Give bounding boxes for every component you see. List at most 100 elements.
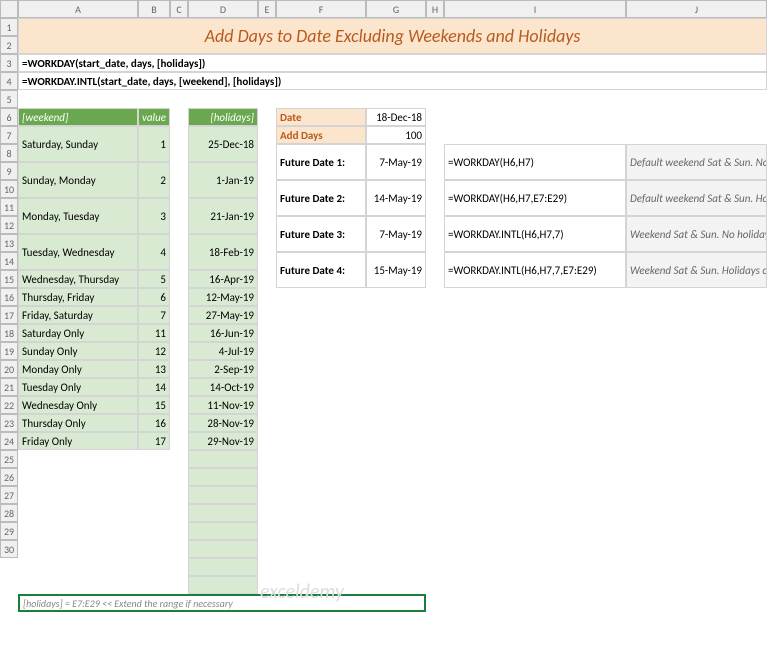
- weekend-value[interactable]: 16: [138, 414, 170, 432]
- weekend-value[interactable]: 17: [138, 432, 170, 450]
- future-date-formula-2[interactable]: =WORKDAY(H6,H7,E7:E29): [444, 180, 626, 216]
- col-hdr-F[interactable]: F: [276, 0, 366, 18]
- weekend-name[interactable]: Thursday, Friday: [18, 288, 138, 306]
- row-hdr-13[interactable]: 13: [0, 234, 18, 252]
- weekend-value[interactable]: 3: [138, 198, 170, 234]
- row-hdr-14[interactable]: 14: [0, 252, 18, 270]
- holiday-empty[interactable]: [188, 558, 258, 576]
- holiday-date[interactable]: 11-Nov-19: [188, 396, 258, 414]
- weekend-name[interactable]: Thursday Only: [18, 414, 138, 432]
- weekend-value[interactable]: 13: [138, 360, 170, 378]
- col-hdr-J[interactable]: J: [626, 0, 767, 18]
- row-hdr-8[interactable]: 8: [0, 144, 18, 162]
- weekend-name[interactable]: Sunday Only: [18, 342, 138, 360]
- holiday-date[interactable]: 28-Nov-19: [188, 414, 258, 432]
- weekend-name[interactable]: Sunday, Monday: [18, 162, 138, 198]
- col-hdr-C[interactable]: C: [170, 0, 188, 18]
- row-hdr-6[interactable]: 6: [0, 108, 18, 126]
- add-days-value[interactable]: 100: [366, 126, 426, 144]
- weekend-value[interactable]: 5: [138, 270, 170, 288]
- holiday-date[interactable]: 4-Jul-19: [188, 342, 258, 360]
- holiday-empty[interactable]: [188, 450, 258, 468]
- col-hdr-E[interactable]: E: [258, 0, 276, 18]
- footnote[interactable]: [holidays] = E7:E29 << Extend the range …: [18, 594, 426, 612]
- holiday-empty[interactable]: [188, 468, 258, 486]
- row-hdr-28[interactable]: 28: [0, 504, 18, 522]
- row-hdr-10[interactable]: 10: [0, 180, 18, 198]
- row-hdr-16[interactable]: 16: [0, 288, 18, 306]
- holiday-empty[interactable]: [188, 540, 258, 558]
- col-hdr-H[interactable]: H: [426, 0, 444, 18]
- weekend-name[interactable]: Friday, Saturday: [18, 306, 138, 324]
- col-hdr-G[interactable]: G: [366, 0, 426, 18]
- weekend-name[interactable]: Monday, Tuesday: [18, 198, 138, 234]
- col-hdr-D[interactable]: D: [188, 0, 258, 18]
- future-date-formula-1[interactable]: =WORKDAY(H6,H7): [444, 144, 626, 180]
- weekend-value[interactable]: 7: [138, 306, 170, 324]
- holiday-date[interactable]: 21-Jan-19: [188, 198, 258, 234]
- weekend-value[interactable]: 6: [138, 288, 170, 306]
- holiday-date[interactable]: 2-Sep-19: [188, 360, 258, 378]
- row-hdr-24[interactable]: 24: [0, 432, 18, 450]
- holiday-empty[interactable]: [188, 576, 258, 594]
- row-hdr-11[interactable]: 11: [0, 198, 18, 216]
- row-hdr-9[interactable]: 9: [0, 162, 18, 180]
- holiday-date[interactable]: 16-Jun-19: [188, 324, 258, 342]
- holiday-date[interactable]: 1-Jan-19: [188, 162, 258, 198]
- weekend-value[interactable]: 15: [138, 396, 170, 414]
- row-hdr-17[interactable]: 17: [0, 306, 18, 324]
- future-date-formula-3[interactable]: =WORKDAY.INTL(H6,H7,7): [444, 216, 626, 252]
- date-value[interactable]: 18-Dec-18: [366, 108, 426, 126]
- weekend-name[interactable]: Tuesday, Wednesday: [18, 234, 138, 270]
- row-hdr-29[interactable]: 29: [0, 522, 18, 540]
- col-hdr-A[interactable]: A: [18, 0, 138, 18]
- row-hdr-21[interactable]: 21: [0, 378, 18, 396]
- future-date-formula-4[interactable]: =WORKDAY.INTL(H6,H7,7,E7:E29): [444, 252, 626, 288]
- col-hdr-B[interactable]: B: [138, 0, 170, 18]
- future-date-value-2[interactable]: 14-May-19: [366, 180, 426, 216]
- weekend-name[interactable]: Wednesday Only: [18, 396, 138, 414]
- row-hdr-2[interactable]: 2: [0, 36, 18, 54]
- weekend-name[interactable]: Monday Only: [18, 360, 138, 378]
- weekend-name[interactable]: Saturday Only: [18, 324, 138, 342]
- row-hdr-19[interactable]: 19: [0, 342, 18, 360]
- row-hdr-7[interactable]: 7: [0, 126, 18, 144]
- holiday-date[interactable]: 27-May-19: [188, 306, 258, 324]
- future-date-value-3[interactable]: 7-May-19: [366, 216, 426, 252]
- row-hdr-20[interactable]: 20: [0, 360, 18, 378]
- weekend-name[interactable]: Tuesday Only: [18, 378, 138, 396]
- holiday-date[interactable]: 25-Dec-18: [188, 126, 258, 162]
- row-hdr-15[interactable]: 15: [0, 270, 18, 288]
- col-hdr-I[interactable]: I: [444, 0, 626, 18]
- holiday-date[interactable]: 12-May-19: [188, 288, 258, 306]
- weekend-value[interactable]: 11: [138, 324, 170, 342]
- holiday-date[interactable]: 14-Oct-19: [188, 378, 258, 396]
- weekend-value[interactable]: 4: [138, 234, 170, 270]
- weekend-name[interactable]: Saturday, Sunday: [18, 126, 138, 162]
- row-hdr-1[interactable]: 1: [0, 18, 18, 36]
- row-hdr-30[interactable]: 30: [0, 540, 18, 558]
- row-hdr-22[interactable]: 22: [0, 396, 18, 414]
- row-hdr-26[interactable]: 26: [0, 468, 18, 486]
- weekend-name[interactable]: Friday Only: [18, 432, 138, 450]
- weekend-name[interactable]: Wednesday, Thursday: [18, 270, 138, 288]
- holiday-date[interactable]: 18-Feb-19: [188, 234, 258, 270]
- row-hdr-3[interactable]: 3: [0, 54, 18, 72]
- weekend-value[interactable]: 12: [138, 342, 170, 360]
- holiday-empty[interactable]: [188, 522, 258, 540]
- holiday-date[interactable]: 29-Nov-19: [188, 432, 258, 450]
- weekend-value[interactable]: 2: [138, 162, 170, 198]
- row-hdr-5[interactable]: 5: [0, 90, 18, 108]
- row-hdr-25[interactable]: 25: [0, 450, 18, 468]
- row-hdr-27[interactable]: 27: [0, 486, 18, 504]
- holiday-empty[interactable]: [188, 486, 258, 504]
- future-date-value-4[interactable]: 15-May-19: [366, 252, 426, 288]
- holiday-date[interactable]: 16-Apr-19: [188, 270, 258, 288]
- row-hdr-18[interactable]: 18: [0, 324, 18, 342]
- future-date-value-1[interactable]: 7-May-19: [366, 144, 426, 180]
- row-hdr-12[interactable]: 12: [0, 216, 18, 234]
- holiday-empty[interactable]: [188, 504, 258, 522]
- row-hdr-23[interactable]: 23: [0, 414, 18, 432]
- row-hdr-4[interactable]: 4: [0, 72, 18, 90]
- weekend-value[interactable]: 1: [138, 126, 170, 162]
